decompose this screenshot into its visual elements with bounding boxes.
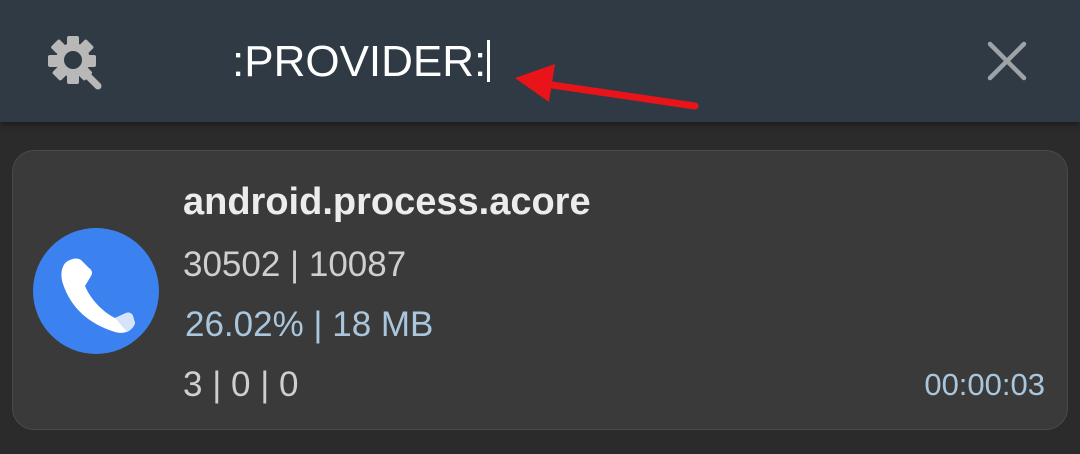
search-toolbar: :PROVIDER: bbox=[0, 0, 1080, 122]
process-duration: 00:00:03 bbox=[924, 367, 1045, 402]
search-settings-icon[interactable] bbox=[46, 34, 104, 92]
annotation-arrow bbox=[515, 64, 699, 110]
process-usage: 26.02% | 18 MB bbox=[185, 305, 434, 344]
process-ids: 30502 | 10087 bbox=[183, 245, 407, 284]
process-counts: 3 | 0 | 0 bbox=[183, 365, 299, 404]
search-input[interactable]: :PROVIDER: bbox=[232, 34, 491, 90]
text-caret bbox=[487, 40, 491, 82]
search-query: :PROVIDER: bbox=[232, 37, 487, 86]
process-name: android.process.acore bbox=[183, 181, 591, 223]
app-icon bbox=[33, 228, 159, 354]
process-card[interactable]: android.process.acore 30502 | 10087 26.0… bbox=[12, 150, 1068, 430]
phone-icon bbox=[61, 258, 135, 333]
close-icon[interactable] bbox=[984, 38, 1030, 84]
